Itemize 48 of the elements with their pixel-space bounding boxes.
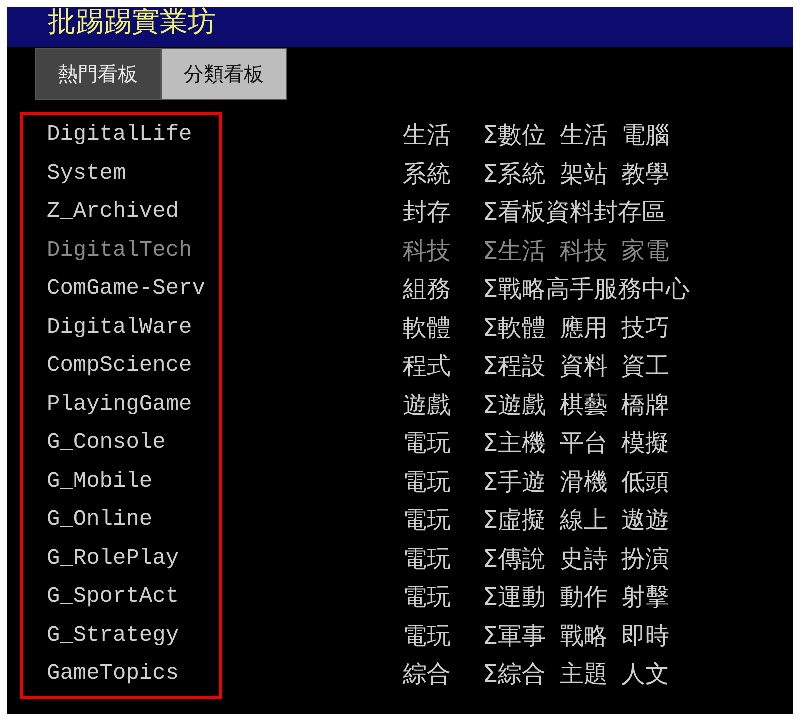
board-description: Σ軍事 戰略 即時 bbox=[483, 620, 670, 652]
board-name[interactable]: G_Strategy bbox=[47, 622, 180, 648]
board-name[interactable]: DigitalTech bbox=[47, 238, 192, 262]
board-name[interactable]: CompScience bbox=[47, 353, 192, 378]
board-name[interactable]: G_RolePlay bbox=[47, 546, 180, 570]
board-description: Σ程設 資料 資工 bbox=[483, 351, 670, 382]
board-category: 綜合 bbox=[403, 659, 452, 690]
board-category: 封存 bbox=[403, 197, 452, 228]
board-name[interactable]: GameTopics bbox=[47, 661, 180, 686]
board-category: 電玩 bbox=[403, 505, 452, 536]
board-category: 程式 bbox=[403, 351, 452, 382]
board-category: 電玩 bbox=[403, 466, 452, 498]
board-tab[interactable]: 分類看板 bbox=[161, 48, 287, 100]
board-description: Σ虛擬 線上 遨遊 bbox=[483, 505, 670, 536]
board-name[interactable]: G_SportAct bbox=[47, 584, 180, 609]
board-name[interactable]: System bbox=[47, 160, 126, 186]
board-description: Σ綜合 主題 人文 bbox=[483, 659, 670, 690]
board-description: Σ傳說 史詩 扮演 bbox=[483, 544, 670, 574]
board-description: Σ遊戲 棋藝 橋牌 bbox=[483, 390, 670, 420]
board-description: Σ軟體 應用 技巧 bbox=[483, 312, 670, 344]
board-name[interactable]: DigitalLife bbox=[47, 122, 192, 147]
board-category: 電玩 bbox=[403, 582, 452, 613]
board-description: Σ戰略高手服務中心 bbox=[483, 274, 690, 305]
board-description: Σ主機 平台 模擬 bbox=[483, 428, 670, 459]
board-category: 電玩 bbox=[403, 544, 452, 574]
board-description: Σ運動 動作 射擊 bbox=[483, 582, 670, 613]
board-category: 組務 bbox=[403, 274, 452, 305]
board-category: 電玩 bbox=[403, 620, 452, 652]
board-category: 系統 bbox=[403, 158, 452, 190]
board-description: Σ系統 架站 教學 bbox=[483, 158, 670, 190]
board-name[interactable]: ComGame-Serv bbox=[47, 276, 206, 301]
board-description: Σ生活 科技 家電 bbox=[483, 236, 670, 266]
board-name[interactable]: G_Online bbox=[47, 507, 153, 532]
site-title[interactable]: 批踢踢實業坊 bbox=[48, 7, 216, 37]
board-category: 軟體 bbox=[403, 312, 452, 344]
board-description: Σ數位 生活 電腦 bbox=[483, 120, 670, 151]
board-category: 科技 bbox=[403, 236, 452, 266]
board-name[interactable]: DigitalWare bbox=[47, 314, 192, 340]
board-tab[interactable]: 熱門看板 bbox=[35, 48, 161, 100]
board-name[interactable]: G_Console bbox=[47, 430, 166, 455]
board-name[interactable]: Z_Archived bbox=[47, 199, 180, 224]
board-description: Σ看板資料封存區 bbox=[483, 197, 666, 228]
board-category: 電玩 bbox=[403, 428, 452, 459]
board-name[interactable]: G_Mobile bbox=[47, 468, 153, 494]
board-name[interactable]: PlayingGame bbox=[47, 392, 192, 416]
board-description: Σ手遊 滑機 低頭 bbox=[483, 466, 670, 498]
board-category: 生活 bbox=[403, 120, 452, 151]
board-category: 遊戲 bbox=[403, 390, 452, 420]
